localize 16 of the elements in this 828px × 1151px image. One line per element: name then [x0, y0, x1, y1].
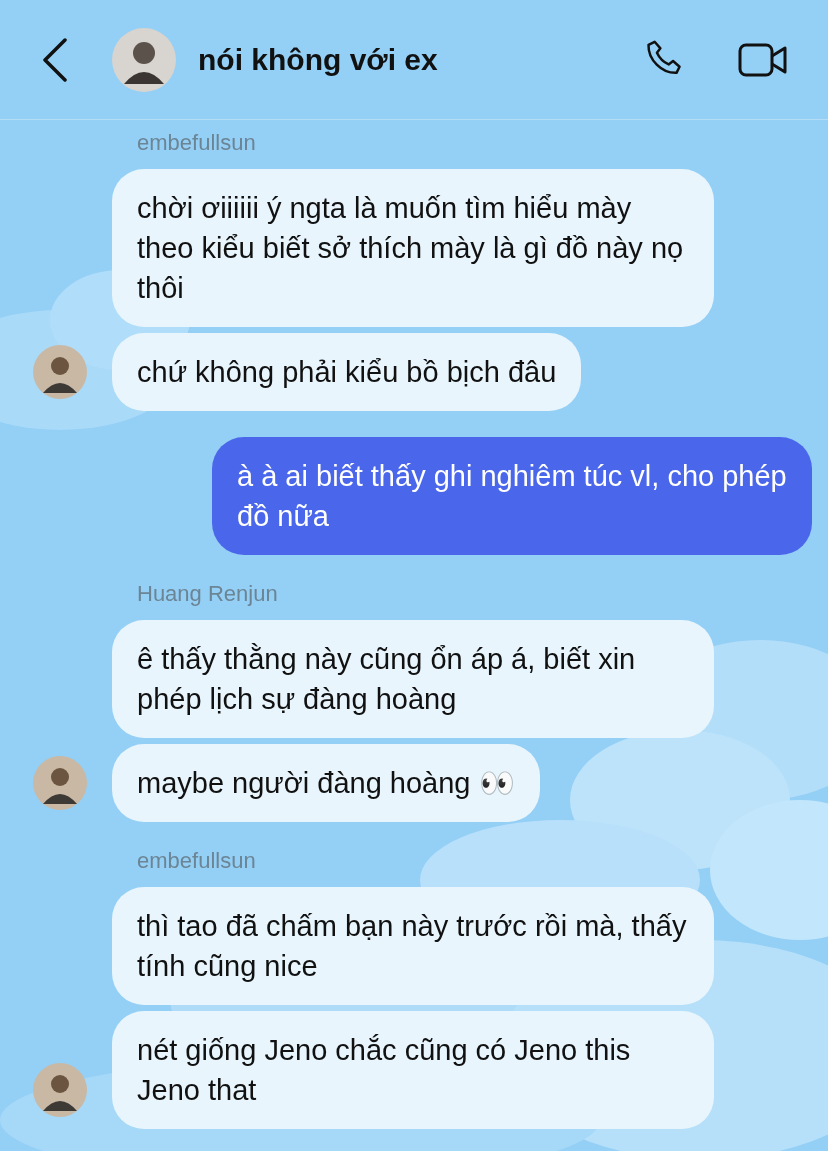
message-bubble: maybe người đàng hoàng 👀 [112, 744, 540, 822]
message-bubble: ê thấy thằng này cũng ổn áp á, biết xin phép lịch sự đàng hoàng [112, 620, 714, 738]
message-bubble: chứ không phải kiểu bồ bịch đâu [112, 333, 582, 411]
sender-name: embefullsun [137, 130, 257, 156]
message-bubble: à à ai biết thấy ghi nghiêm túc vl, cho phép đồ nữa [212, 437, 812, 555]
message-bubble: chời ơiiiiii ý ngta là muốn tìm hiểu mày theo kiểu biết sở thích mày là gì đồ này nọ thôi [112, 169, 714, 327]
message-bubble: thì tao đã chấm bạn này trước rồi mà, thấy tính cũng nice [112, 887, 714, 1005]
message-bubble: nét giống Jeno chắc cũng có Jeno this Jeno that [112, 1011, 714, 1129]
sender-name: embefullsun [137, 848, 257, 874]
sender-name: Huang Renjun [137, 581, 279, 607]
avatar[interactable] [33, 345, 87, 399]
back-icon[interactable] [42, 37, 68, 82]
chat-title: nói không với ex [198, 42, 439, 78]
avatar[interactable] [33, 756, 87, 810]
avatar[interactable] [33, 1063, 87, 1117]
avatar[interactable] [112, 27, 176, 92]
